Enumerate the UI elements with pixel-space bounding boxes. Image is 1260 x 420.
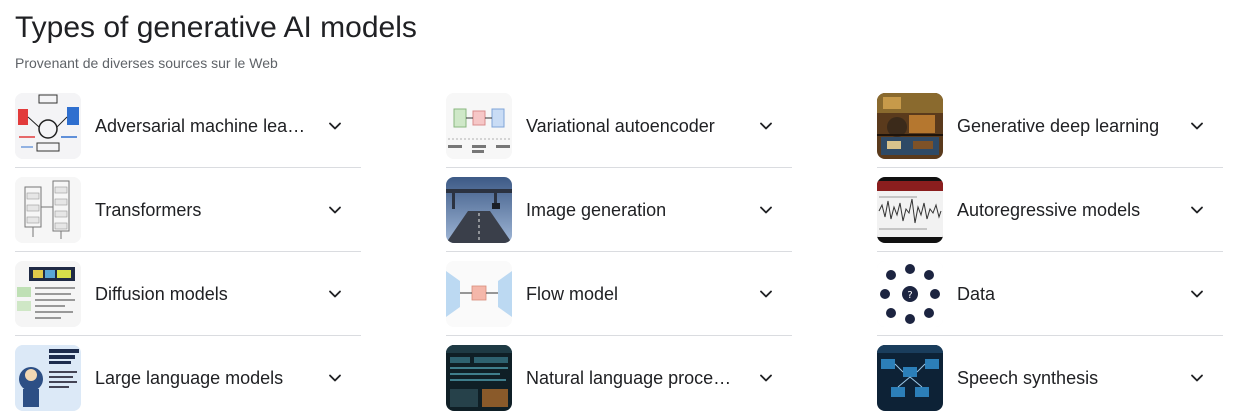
section-subtitle: Provenant de diverses sources sur le Web [15,55,278,71]
chevron-down-icon[interactable] [323,366,347,390]
item-label: Diffusion models [95,283,228,304]
chevron-down-icon[interactable] [323,282,347,306]
expandable-item-autoregressive-models[interactable]: Autoregressive models [877,168,1223,252]
expandable-item-image-generation[interactable]: Image generation [446,168,792,252]
expandable-item-large-language-models[interactable]: Large language models [15,336,361,420]
item-label: Natural language process... [526,368,738,388]
expandable-item-flow-model[interactable]: Flow model [446,252,792,336]
chevron-down-icon[interactable] [1185,366,1209,390]
chevron-down-icon[interactable] [754,366,778,390]
svg-text:?: ? [907,290,912,301]
nlp-dashboard-thumbnail [446,345,512,411]
expandable-item-speech-synthesis[interactable]: Speech synthesis [877,336,1223,420]
expandable-item-data[interactable]: ? Data [877,252,1223,336]
chevron-down-icon[interactable] [754,114,778,138]
grid-row: Diffusion models Flow model ? Data [15,252,1225,336]
item-label: Transformers [95,199,202,220]
gan-diagram-thumbnail [15,92,81,159]
item-label: Flow model [526,283,619,304]
item-label: Variational autoencoder [526,115,715,136]
diffusion-chart-thumbnail [15,260,81,327]
grid-row: Transformers Image generation Autoregres… [15,168,1225,252]
waveform-thumbnail [877,176,943,243]
chevron-down-icon[interactable] [1185,114,1209,138]
grid-row: Adversarial machine lear... Variational … [15,84,1225,168]
item-label: Data [957,283,996,304]
item-label: Autoregressive models [957,199,1141,220]
item-label: Adversarial machine lear... [95,115,307,136]
item-label: Image generation [526,199,667,220]
item-label: Large language models [95,368,284,388]
data-icons-thumbnail: ? [877,260,943,327]
expandable-item-natural-language-processing[interactable]: Natural language process... [446,336,792,420]
expandable-item-transformers[interactable]: Transformers [15,168,361,252]
expandable-item-adversarial[interactable]: Adversarial machine lear... [15,84,361,168]
vae-diagram-thumbnail [446,92,512,159]
transformer-architecture-thumbnail [15,176,81,243]
chevron-down-icon[interactable] [323,198,347,222]
section-title: Types of generative AI models [15,11,417,44]
chevron-down-icon[interactable] [754,198,778,222]
painting-thumbnail [877,92,943,159]
flow-diagram-thumbnail [446,260,512,327]
grid-row: Large language models Natural language p… [15,336,1225,420]
item-label: Generative deep learning [957,115,1160,136]
chevron-down-icon[interactable] [1185,282,1209,306]
chevron-down-icon[interactable] [754,282,778,306]
expandable-item-variational-autoencoder[interactable]: Variational autoencoder [446,84,792,168]
chevron-down-icon[interactable] [1185,198,1209,222]
expandable-item-generative-deep-learning[interactable]: Generative deep learning [877,84,1223,168]
llm-infographic-thumbnail [15,345,81,411]
expandable-item-diffusion-models[interactable]: Diffusion models [15,252,361,336]
chevron-down-icon[interactable] [323,114,347,138]
highway-photo-thumbnail [446,176,512,243]
item-label: Speech synthesis [957,368,1099,388]
speech-synthesis-diagram-thumbnail [877,345,943,411]
